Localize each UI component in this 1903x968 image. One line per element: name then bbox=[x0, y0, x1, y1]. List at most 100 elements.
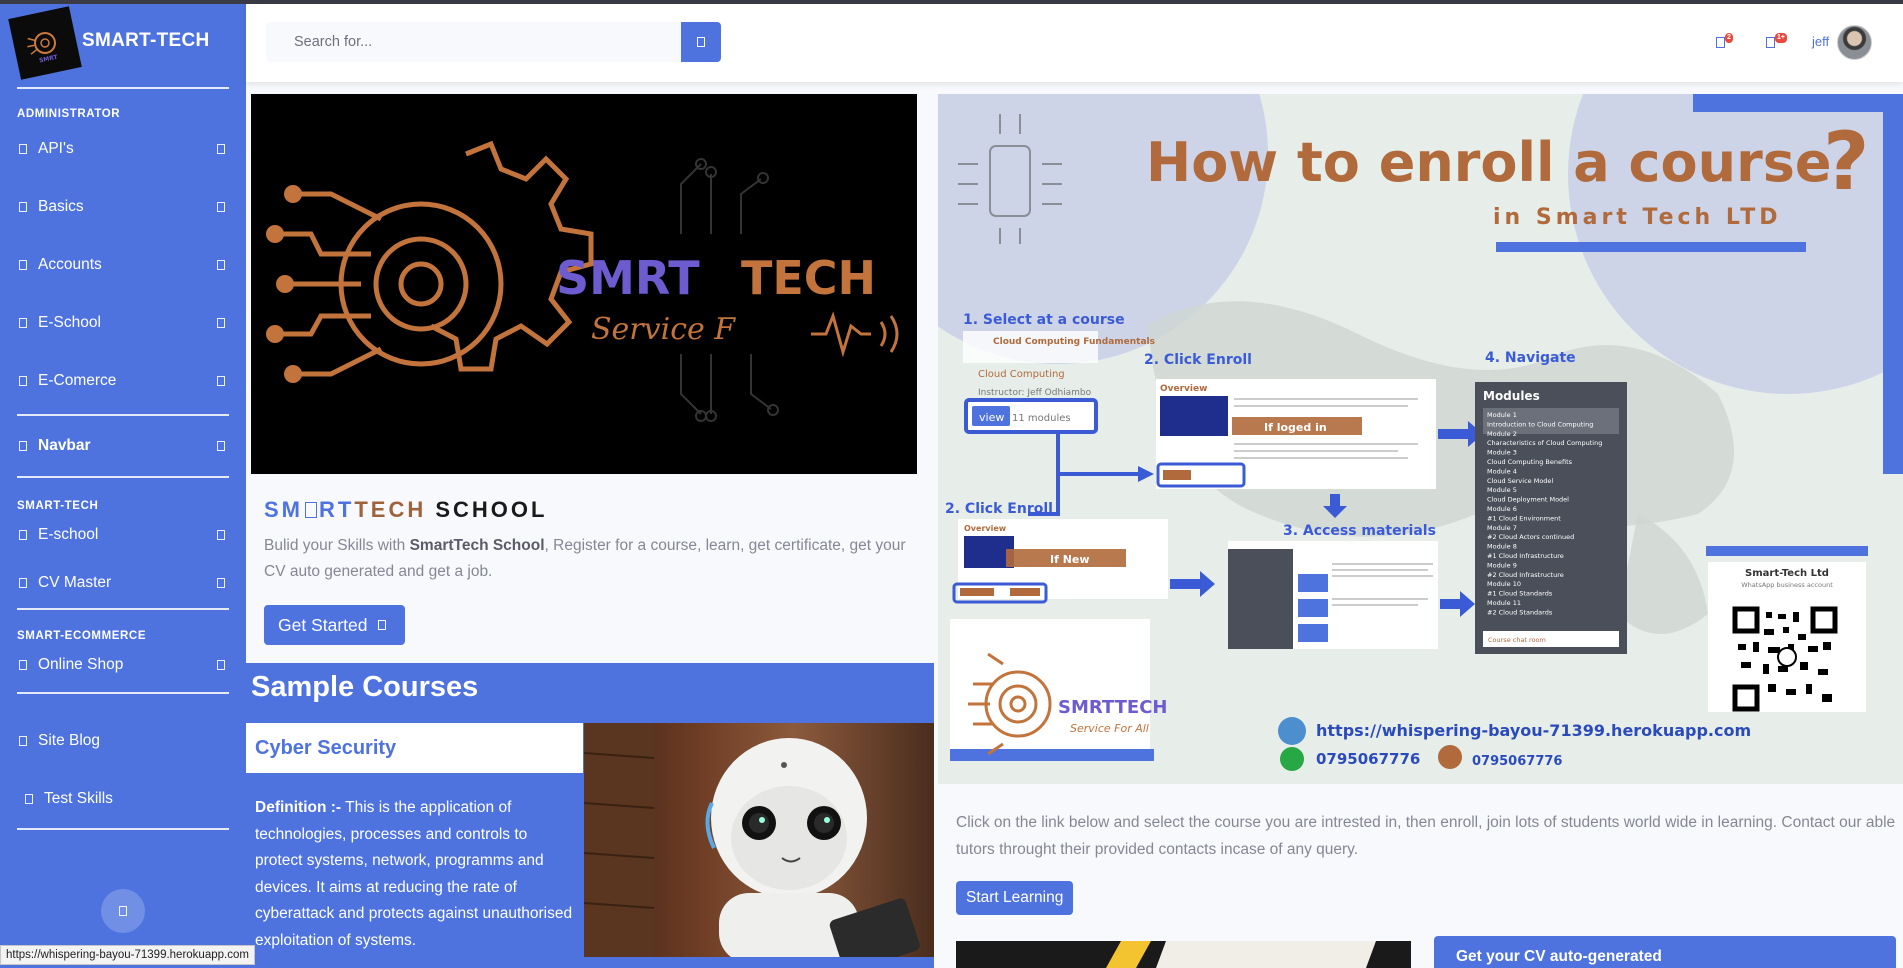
robot-image bbox=[584, 723, 934, 957]
chevron-right-icon bbox=[217, 441, 225, 451]
sidebar-item-e-school-2[interactable]: E-school bbox=[0, 512, 246, 558]
info-module-item: Module 6 bbox=[1487, 505, 1517, 513]
hero-image-tech-text: TECH bbox=[741, 251, 876, 305]
envelope-icon[interactable] bbox=[1766, 37, 1775, 48]
info-module-item: #1 Cloud Infrastructure bbox=[1487, 552, 1564, 560]
chevron-right-icon bbox=[217, 260, 225, 270]
hero-desc-text: Bulid your Skills with bbox=[264, 537, 410, 554]
wifi-icon bbox=[305, 502, 317, 518]
sidebar-item-label: Navbar bbox=[38, 437, 91, 454]
topbar: Search for... 2 1+ jeff bbox=[246, 4, 1903, 82]
definition-text: This is the application of technologies,… bbox=[255, 799, 573, 949]
step-2a-label: 2. Click Enroll bbox=[1144, 352, 1252, 368]
sidebar-heading-administrator: ADMINISTRATOR bbox=[17, 108, 121, 120]
alerts-badge: 2 bbox=[1725, 33, 1733, 43]
sidebar-item-label: Site Blog bbox=[38, 732, 101, 749]
brand-logo: SMRT bbox=[8, 6, 82, 80]
chevron-right-icon bbox=[217, 202, 225, 212]
get-started-label: Get Started bbox=[278, 614, 368, 635]
info-module-item: #2 Cloud Infrastructure bbox=[1487, 571, 1564, 579]
sidebar-item-accounts[interactable]: Accounts bbox=[0, 236, 246, 294]
chevron-right-icon bbox=[217, 376, 225, 386]
hero-description: Bulid your Skills with SmartTech School,… bbox=[264, 533, 912, 585]
step-4-label: 4. Navigate bbox=[1485, 350, 1576, 366]
cv-icon bbox=[19, 578, 27, 588]
info-whatsapp-account: WhatsApp business account bbox=[1741, 581, 1833, 589]
page-title: SM RTTECH SCHOOL bbox=[264, 497, 547, 523]
info-view-button: view bbox=[979, 411, 1004, 424]
qr-code-icon bbox=[1732, 606, 1838, 712]
step-2b-label: 2. Click Enroll bbox=[945, 501, 1053, 517]
navbar-icon bbox=[19, 441, 27, 451]
sample-courses-title: Sample Courses bbox=[251, 671, 479, 703]
sidebar-item-label: E-School bbox=[38, 314, 101, 331]
sidebar-divider bbox=[17, 692, 229, 694]
infographic-qmark: ? bbox=[1823, 115, 1869, 208]
course-card-title[interactable]: Cyber Security bbox=[246, 723, 583, 773]
info-module-item: Module 1 bbox=[1487, 411, 1517, 419]
messages-badge: 1+ bbox=[1775, 33, 1787, 43]
sidebar-item-label: E-Comerce bbox=[38, 372, 117, 389]
info-overview: Overview bbox=[1160, 384, 1207, 394]
sidebar-item-test-skills[interactable]: Test Skills bbox=[0, 770, 246, 828]
brand-name: SMART-TECH bbox=[82, 30, 210, 51]
step-1-label: 1. Select at a course bbox=[963, 312, 1125, 328]
info-url: https://whispering-bayou-71399.herokuapp… bbox=[1316, 721, 1751, 740]
get-started-button[interactable]: Get Started bbox=[264, 605, 405, 645]
info-logo-tagline: Service For All bbox=[1070, 722, 1149, 735]
school-icon bbox=[19, 318, 27, 328]
info-module-item: Cloud Service Model bbox=[1487, 477, 1553, 485]
sidebar-item-navbar[interactable]: Navbar bbox=[0, 416, 246, 476]
info-module-item: Characteristics of Cloud Computing bbox=[1487, 439, 1602, 447]
school-icon bbox=[19, 530, 27, 540]
step-3-label: 3. Access materials bbox=[1283, 523, 1436, 539]
info-if-logged: If loged in bbox=[1264, 421, 1327, 434]
sidebar-item-online-shop[interactable]: Online Shop bbox=[0, 642, 246, 688]
sidebar-brand[interactable]: SMRT SMART-TECH bbox=[0, 4, 246, 82]
start-learning-description: Click on the link below and select the c… bbox=[956, 814, 1896, 858]
info-module-item: #1 Cloud Standards bbox=[1487, 590, 1553, 598]
info-module-item: Module 7 bbox=[1487, 524, 1517, 532]
chevron-right-icon bbox=[217, 318, 225, 328]
course-card-image bbox=[956, 941, 1411, 968]
chevron-left-icon bbox=[119, 906, 127, 916]
sidebar-item-apis[interactable]: API's bbox=[0, 120, 246, 178]
search-input[interactable]: Search for... bbox=[266, 22, 681, 62]
info-module-item: #1 Cloud Environment bbox=[1487, 514, 1561, 522]
user-name[interactable]: jeff bbox=[1812, 34, 1829, 49]
infographic-title: How to enroll a course bbox=[1146, 131, 1832, 194]
info-module-item: Module 3 bbox=[1487, 449, 1517, 457]
bell-icon[interactable] bbox=[1716, 37, 1725, 48]
sidebar-heading-smart-tech: SMART-TECH bbox=[17, 500, 99, 512]
cv-card-header[interactable]: Get your CV auto-generated bbox=[1434, 936, 1896, 968]
sidebar-item-e-school[interactable]: E-School bbox=[0, 294, 246, 352]
title-school: SCHOOL bbox=[426, 497, 548, 522]
chevron-right-icon bbox=[217, 530, 225, 540]
sidebar-item-site-blog[interactable]: Site Blog bbox=[0, 712, 246, 770]
start-learning-button[interactable]: Start Learning bbox=[956, 881, 1073, 915]
info-instructor: Instructor: Jeff Odhiambo bbox=[978, 388, 1092, 398]
browser-status-url: https://whispering-bayou-71399.herokuapp… bbox=[0, 945, 255, 965]
sidebar-item-label: E-school bbox=[38, 526, 99, 543]
avatar[interactable] bbox=[1837, 25, 1872, 60]
info-course-name: Cloud Computing Fundamentals bbox=[993, 337, 1155, 347]
svg-text:Overview: Overview bbox=[964, 524, 1007, 533]
shop-icon bbox=[19, 376, 27, 386]
course-definition: Definition :- This is the application of… bbox=[255, 795, 575, 954]
sidebar-item-cv-master[interactable]: CV Master bbox=[0, 558, 246, 608]
blog-icon bbox=[19, 736, 27, 746]
accounts-icon bbox=[19, 260, 27, 270]
sidebar-divider bbox=[17, 828, 229, 830]
info-module-item: Cloud Deployment Model bbox=[1487, 496, 1569, 504]
cart-icon bbox=[19, 660, 27, 670]
svg-text:SMRT: SMRT bbox=[39, 54, 60, 65]
sidebar-toggle-button[interactable] bbox=[101, 889, 145, 933]
search-button[interactable] bbox=[681, 22, 721, 62]
sidebar-item-e-comerce[interactable]: E-Comerce bbox=[0, 352, 246, 410]
title-tech: TECH bbox=[354, 497, 427, 522]
sidebar-item-basics[interactable]: Basics bbox=[0, 178, 246, 236]
arrow-right-icon bbox=[377, 620, 386, 630]
info-logo-text: SMRTTECH bbox=[1058, 697, 1167, 718]
info-module-item: Module 8 bbox=[1487, 543, 1517, 551]
chevron-right-icon bbox=[217, 144, 225, 154]
